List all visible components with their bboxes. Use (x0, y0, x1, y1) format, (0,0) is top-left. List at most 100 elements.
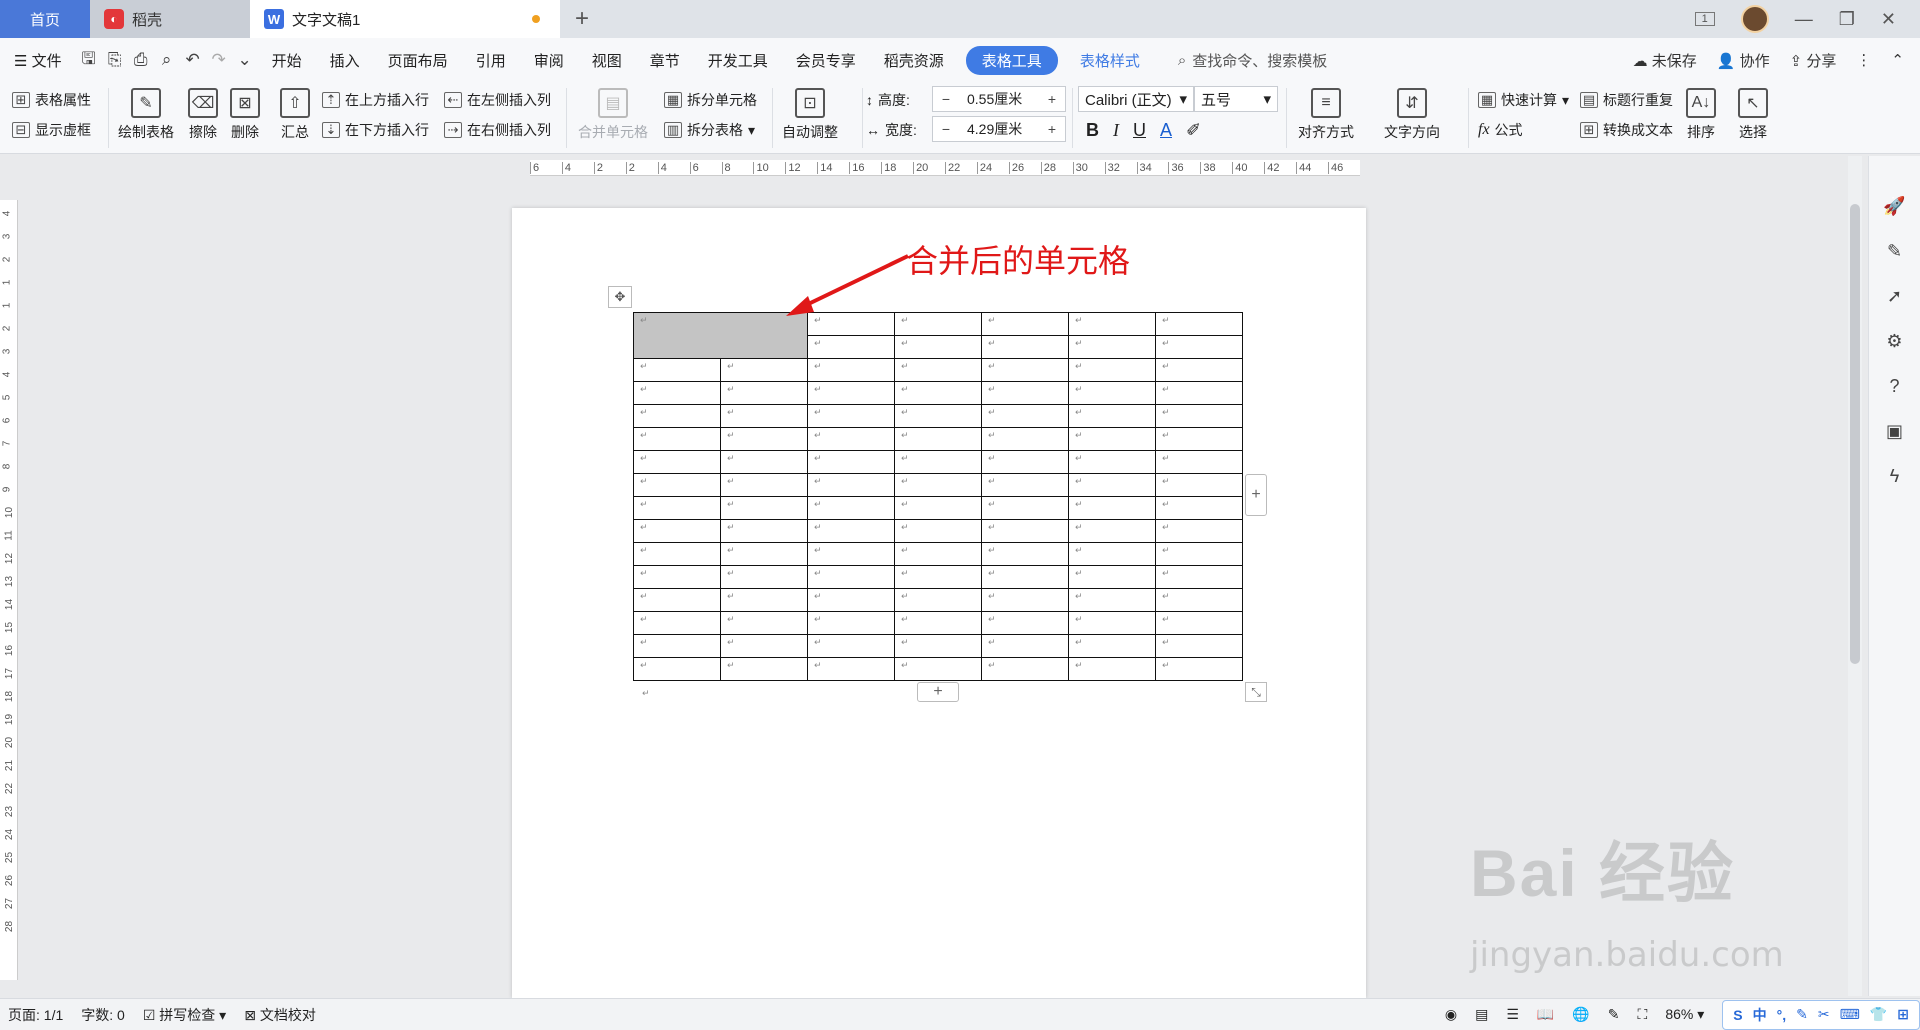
table-resize-handle-icon[interactable]: ⤡ (1245, 682, 1267, 702)
formula-button[interactable]: fx 公式 (1478, 120, 1523, 140)
insert-row-above-button[interactable]: ⇡ 在上方插入行 (322, 90, 429, 110)
table-cell[interactable]: ↵ (807, 542, 895, 566)
table-cell[interactable]: ↵ (894, 611, 982, 635)
customize-chevron-icon[interactable]: ⌄ (232, 50, 258, 70)
table-cell[interactable]: ↵ (720, 611, 808, 635)
table-cell[interactable]: ↵ (981, 588, 1069, 612)
table-cell[interactable]: ↵ (981, 404, 1069, 428)
menu-references[interactable]: 引用 (462, 50, 520, 71)
table-cell[interactable]: ↵ (981, 450, 1069, 474)
vertical-scrollbar[interactable] (1848, 156, 1862, 996)
command-search[interactable]: ⌕ 查找命令、搜索模板 (1178, 50, 1327, 71)
add-column-button[interactable]: + (1245, 474, 1267, 516)
help-icon[interactable]: ? (1889, 376, 1899, 397)
table-cell[interactable]: ↵ (981, 519, 1069, 543)
table-cell[interactable]: ↵ (633, 496, 721, 520)
table-cell[interactable]: ↵ (894, 588, 982, 612)
rocket-icon[interactable]: 🚀 (1883, 196, 1905, 217)
fit-page-icon[interactable]: ⛶ (1638, 1006, 1648, 1023)
avatar[interactable] (1740, 5, 1769, 33)
table-cell[interactable]: ↵ (894, 473, 982, 497)
print-icon[interactable]: ⎙ (128, 50, 154, 70)
vertical-ruler[interactable]: 4 3 2 1 1 2 3 4 5 6 7 8 9 10 11 12 13 14 15 16 17 18 19 20 21 22 2… (0, 200, 18, 980)
repeat-header-button[interactable]: ▤ 标题行重复 (1580, 90, 1673, 110)
table-cell[interactable]: ↵ (894, 381, 982, 405)
table-cell[interactable]: ↵ (894, 542, 982, 566)
table-cell[interactable]: ↵ (1068, 496, 1156, 520)
font-name-select[interactable]: Calibri (正文) ▾ (1078, 86, 1194, 112)
scrollbar-thumb[interactable] (1850, 204, 1860, 664)
table-cell[interactable]: ↵ (1155, 588, 1243, 612)
table-cell[interactable]: ↵ (720, 404, 808, 428)
row-height-value[interactable]: 0.55厘米 (959, 89, 1039, 109)
table-cell[interactable]: ↵ (1068, 381, 1156, 405)
table-cell[interactable]: ↵ (720, 450, 808, 474)
table-cell[interactable]: ↵ (981, 496, 1069, 520)
table-cell[interactable]: ↵ (720, 358, 808, 382)
table-cell[interactable]: ↵ (981, 565, 1069, 589)
table-cell[interactable]: ↵ (1068, 427, 1156, 451)
table-cell[interactable]: ↵ (1068, 542, 1156, 566)
collaborate-button[interactable]: 👤 协作 (1717, 50, 1770, 71)
split-cells-button[interactable]: ▦ 拆分单元格 (664, 90, 757, 110)
collapse-ribbon-icon[interactable]: ⌃ (1891, 51, 1904, 69)
ime-toolbar[interactable]: S 中 °, ✎ ✂ ⌨ 👕 ⊞ (1722, 999, 1920, 1030)
table-cell[interactable]: ↵ (981, 634, 1069, 658)
menu-page-layout[interactable]: 页面布局 (374, 50, 462, 71)
table-cell[interactable]: ↵ (633, 634, 721, 658)
table-cell[interactable]: ↵ (981, 473, 1069, 497)
table-cell[interactable]: ↵ (720, 542, 808, 566)
increase-height-button[interactable]: + (1039, 91, 1065, 107)
table-cell[interactable]: ↵ (807, 634, 895, 658)
table-cell[interactable]: ↵ (807, 519, 895, 543)
table-cell[interactable]: ↵ (720, 588, 808, 612)
table-cell[interactable]: ↵ (1155, 634, 1243, 658)
table-cell[interactable]: ↵ (981, 427, 1069, 451)
add-row-button[interactable]: + (917, 682, 959, 702)
insert-col-right-button[interactable]: ⇢ 在右侧插入列 (444, 120, 551, 140)
unsaved-button[interactable]: ☁ 未保存 (1633, 50, 1697, 71)
table-cell[interactable]: ↵ (807, 657, 895, 681)
table-cell[interactable]: ↵ (1155, 381, 1243, 405)
split-table-button[interactable]: ▥ 拆分表格 ▾ (664, 120, 755, 140)
annotate-icon[interactable]: ✎ (1608, 1006, 1620, 1023)
table-cell[interactable]: ↵ (981, 611, 1069, 635)
table-cell[interactable]: ↵ (1155, 611, 1243, 635)
bold-icon[interactable]: B (1086, 120, 1099, 141)
table-cell[interactable]: ↵ (1155, 335, 1243, 359)
menu-table-style[interactable]: 表格样式 (1066, 50, 1154, 71)
table-cell[interactable]: ↵ (1155, 519, 1243, 543)
table-cell[interactable]: ↵ (1155, 542, 1243, 566)
spellcheck-button[interactable]: ☑ 拼写检查 ▾ (143, 1005, 226, 1025)
menu-chapter[interactable]: 章节 (636, 50, 694, 71)
table-cell[interactable]: ↵ (1155, 427, 1243, 451)
sort-button[interactable]: A↓ 排序 (1686, 88, 1716, 142)
tab-home[interactable]: 首页 (0, 0, 90, 38)
undo-icon[interactable]: ↶ (180, 50, 206, 70)
show-gridlines-button[interactable]: ⊟ 显示虚框 (12, 120, 91, 140)
table-cell[interactable]: ↵ (894, 335, 982, 359)
table-cell[interactable]: ↵ (894, 565, 982, 589)
table-cell[interactable]: ↵ (807, 450, 895, 474)
table-cell[interactable]: ↵ (894, 634, 982, 658)
align-button[interactable]: ≡ 对齐方式 (1298, 88, 1354, 142)
table-cell[interactable]: ↵ (981, 335, 1069, 359)
table-cell[interactable]: ↵ (633, 473, 721, 497)
select-button[interactable]: ↖ 选择 (1738, 88, 1768, 142)
table-cell[interactable]: ↵ (894, 496, 982, 520)
ime-pen-icon[interactable]: ✎ (1796, 1006, 1808, 1023)
web-view-icon[interactable]: 🌐 (1572, 1006, 1589, 1023)
table-cell[interactable]: ↵ (807, 588, 895, 612)
doc-check-button[interactable]: ⊠ 文档校对 (244, 1005, 316, 1025)
table-cell[interactable]: ↵ (981, 358, 1069, 382)
table-cell[interactable]: ↵ (981, 657, 1069, 681)
italic-icon[interactable]: I (1113, 120, 1119, 141)
merge-cells-button[interactable]: ▤ 合并单元格 (578, 88, 648, 142)
table-cell[interactable]: ↵ (720, 473, 808, 497)
close-icon[interactable]: ✕ (1881, 9, 1896, 30)
table-cell[interactable]: ↵ (981, 312, 1069, 336)
table-cell[interactable]: ↵ (633, 381, 721, 405)
row-height-stepper[interactable]: − 0.55厘米 + (932, 86, 1066, 112)
menu-view[interactable]: 视图 (578, 50, 636, 71)
summary-button[interactable]: ⇧ 汇总 (280, 88, 310, 142)
